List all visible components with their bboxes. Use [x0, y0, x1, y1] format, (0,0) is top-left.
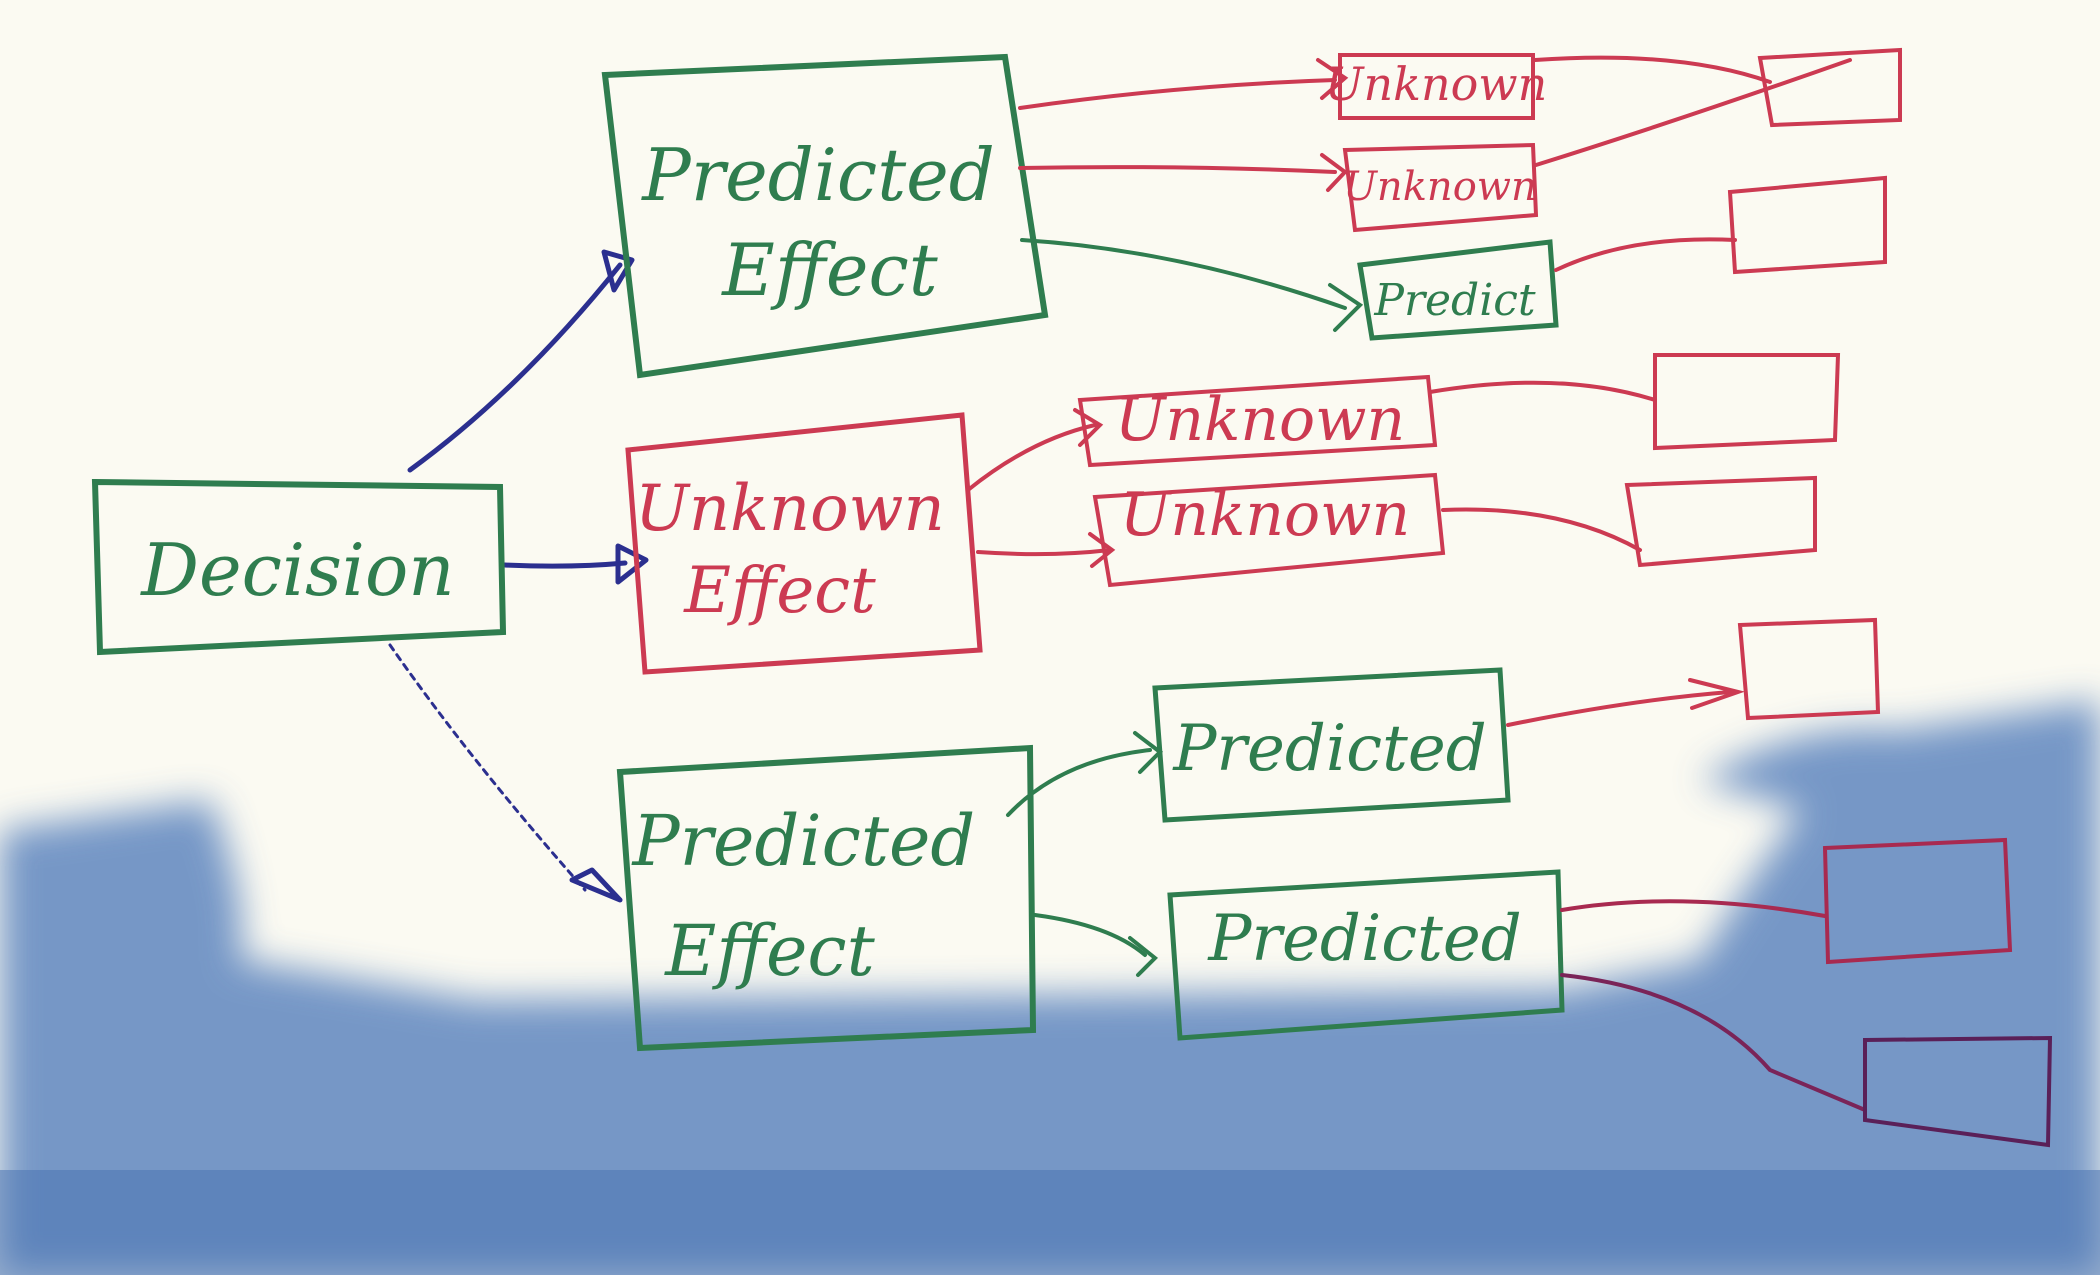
decision-tree-sketch: Decision Predicted Effect Unknown Effect…	[0, 0, 2100, 1275]
effect-mid-line2: Effect	[683, 554, 876, 628]
child-node-t1[interactable]: Unknown	[1325, 53, 1548, 120]
effect-top-line2: Effect	[720, 228, 939, 312]
effect-bottom-line1: Predicted	[630, 800, 975, 882]
t2-label: Unknown	[1343, 164, 1537, 210]
decision-label: Decision	[139, 528, 454, 612]
effect-mid-line1: Unknown	[635, 472, 945, 546]
effect-top-line1: Predicted	[640, 133, 995, 217]
shadow-bottom-band	[0, 1170, 2100, 1275]
child-node-m1[interactable]: Unknown	[1077, 374, 1438, 468]
b2-label: Predicted	[1207, 902, 1521, 976]
effect-bottom-line2: Effect	[663, 910, 875, 992]
m2-label: Unknown	[1120, 480, 1410, 550]
t3-label: Predict	[1373, 275, 1536, 326]
b1-label: Predicted	[1172, 712, 1486, 786]
t1-label: Unknown	[1325, 57, 1548, 111]
m1-label: Unknown	[1115, 385, 1405, 455]
